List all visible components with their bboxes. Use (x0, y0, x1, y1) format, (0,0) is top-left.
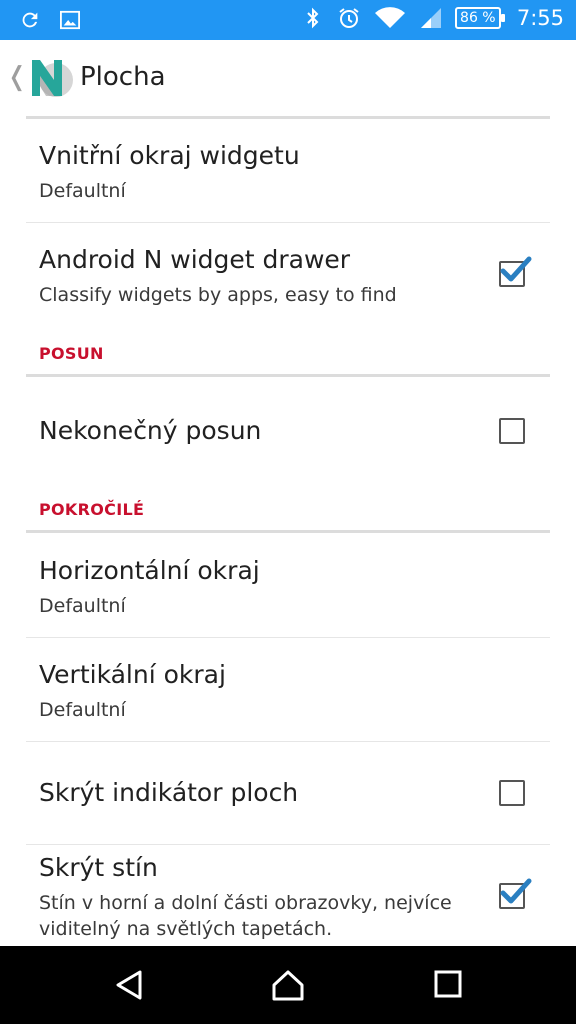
pref-title: Android N widget drawer (39, 245, 351, 274)
back-chevron-icon[interactable]: ❬ (6, 62, 28, 92)
check-icon (500, 878, 532, 904)
bluetooth-icon (301, 6, 325, 30)
checkbox-checked[interactable] (499, 878, 532, 909)
pref-summary: viditelný na světlých tapetách. (39, 918, 333, 940)
pref-summary: Defaultní (39, 180, 126, 202)
nav-home-icon[interactable] (270, 968, 304, 1002)
signal-icon (419, 6, 443, 30)
nav-recent-apps-icon[interactable] (432, 968, 466, 1002)
pref-title: Nekonečný posun (39, 416, 262, 445)
section-header-scroll: POSUN (39, 344, 104, 363)
pref-title: Skrýt indikátor ploch (39, 778, 299, 807)
battery-icon: 86 % (454, 7, 505, 29)
pref-title: Horizontální okraj (39, 556, 260, 585)
checkbox-checked[interactable] (499, 256, 532, 287)
alarm-icon (337, 6, 361, 30)
pref-summary: Classify widgets by apps, easy to find (39, 284, 397, 306)
pref-title: Skrýt stín (39, 853, 158, 882)
navigation-bar (0, 946, 576, 1024)
pref-summary: Defaultní (39, 699, 126, 721)
item-divider (26, 637, 550, 638)
wifi-icon (373, 6, 407, 30)
check-icon (500, 256, 532, 282)
nav-back-icon[interactable] (112, 968, 146, 1002)
section-divider (26, 530, 550, 533)
checkbox-unchecked[interactable] (499, 780, 525, 806)
pref-title: Vnitřní okraj widgetu (39, 141, 300, 170)
section-header-advanced: POKROČILÉ (39, 500, 145, 519)
item-divider (26, 222, 550, 223)
item-divider (26, 844, 550, 845)
sync-icon (18, 8, 42, 32)
section-divider (26, 374, 550, 377)
app-bar: ❬ Plocha (0, 40, 576, 116)
pref-summary: Defaultní (39, 595, 126, 617)
pref-summary: Stín v horní a dolní části obrazovky, ne… (39, 892, 452, 914)
app-logo-icon[interactable] (26, 54, 74, 102)
status-bar: 86 % 7:55 (0, 0, 576, 40)
status-clock: 7:55 (516, 6, 564, 30)
section-divider (26, 116, 550, 119)
app-title: Plocha (80, 62, 166, 92)
pref-title: Vertikální okraj (39, 660, 226, 689)
checkbox-unchecked[interactable] (499, 418, 525, 444)
item-divider (26, 741, 550, 742)
settings-list[interactable]: Vnitřní okraj widgetu Defaultní Android … (0, 116, 576, 946)
image-icon (58, 8, 82, 32)
